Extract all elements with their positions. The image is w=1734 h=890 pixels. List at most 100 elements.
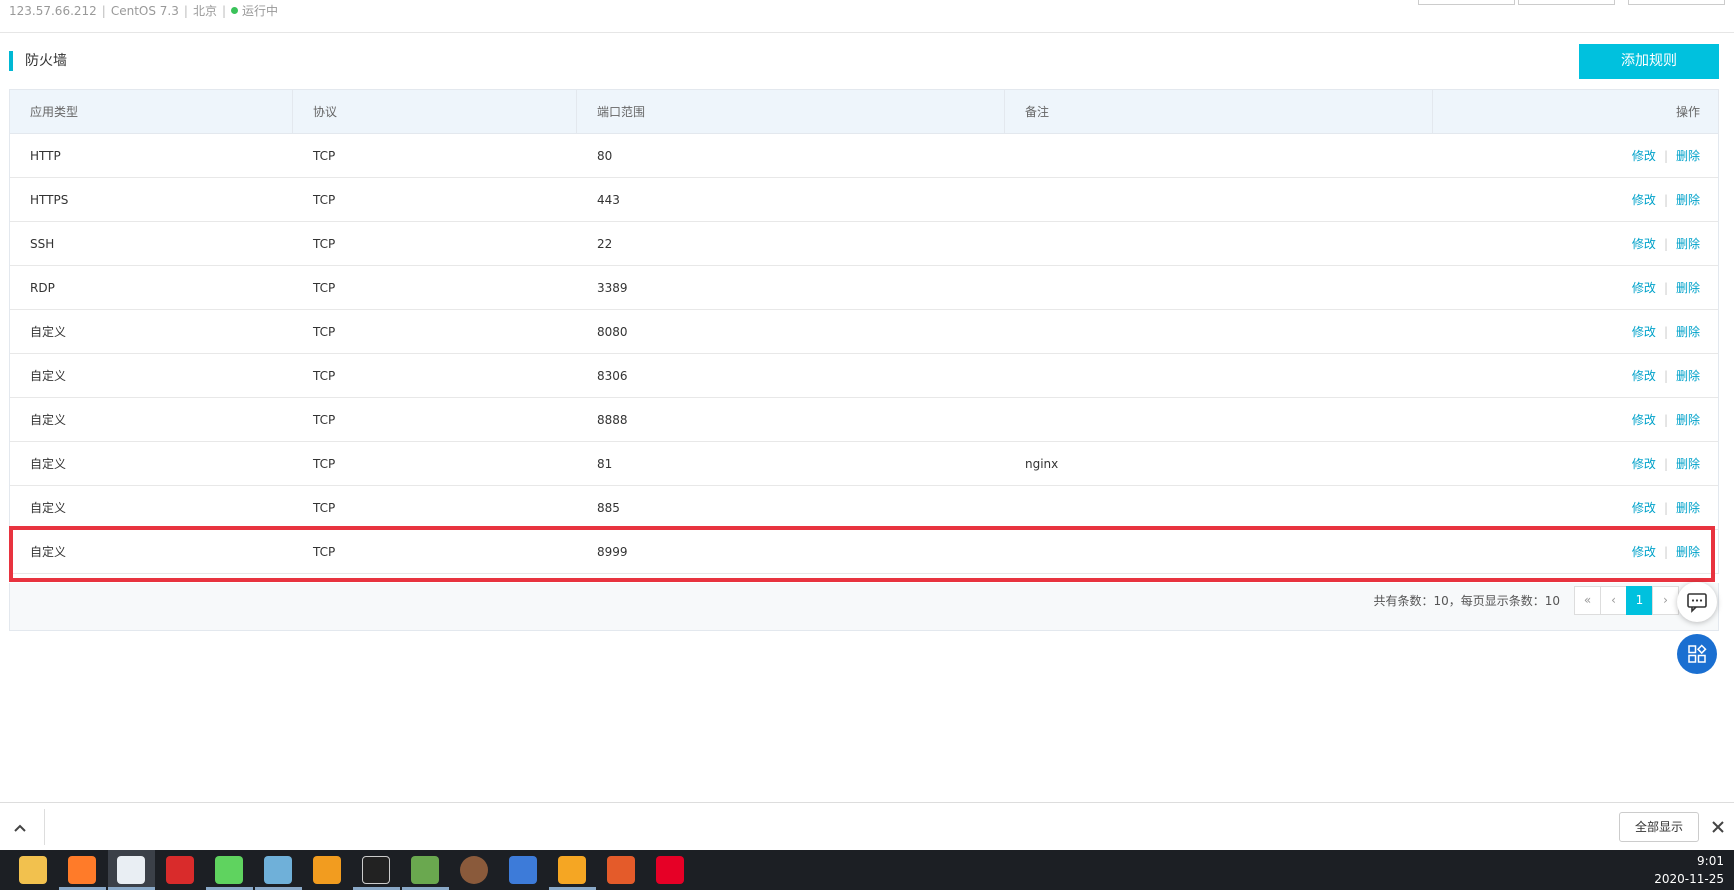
table-row: SSH TCP 22 修改 | 删除	[10, 222, 1718, 266]
action-separator: |	[1663, 149, 1668, 163]
chat-icon	[1687, 593, 1707, 613]
show-all-button[interactable]: 全部显示	[1619, 812, 1699, 842]
table-row: 自定义 TCP 8306 修改 | 删除	[10, 354, 1718, 398]
money-app-icon[interactable]	[411, 856, 439, 884]
delete-link[interactable]: 删除	[1676, 413, 1700, 427]
file-explorer-icon[interactable]	[19, 856, 47, 884]
delete-link[interactable]: 删除	[1676, 149, 1700, 163]
cell-actions: 修改 | 删除	[1433, 222, 1720, 265]
highlight-box	[9, 526, 1715, 582]
apps-float-button[interactable]	[1677, 634, 1717, 674]
server-os: CentOS 7.3	[110, 4, 179, 18]
download-bar: 全部显示	[0, 802, 1734, 850]
taskbar: 9:01 2020-11-25	[0, 850, 1734, 890]
delete-link[interactable]: 删除	[1676, 369, 1700, 383]
close-icon[interactable]	[1706, 815, 1730, 839]
table-row: 自定义 TCP 8080 修改 | 删除	[10, 310, 1718, 354]
virtualbox-icon[interactable]	[558, 856, 586, 884]
chevron-up-icon[interactable]	[8, 816, 32, 840]
firefox-icon[interactable]	[68, 856, 96, 884]
youdao-icon[interactable]	[166, 856, 194, 884]
cell-port: 885	[597, 501, 620, 515]
snail-app-icon[interactable]	[607, 856, 635, 884]
cell-actions: 修改 | 删除	[1433, 134, 1720, 177]
delete-link[interactable]: 删除	[1676, 237, 1700, 251]
top-action-button-3[interactable]	[1628, 0, 1725, 5]
table-header: 应用类型 协议 端口范围 备注 操作	[10, 90, 1718, 134]
chat-float-button[interactable]	[1677, 582, 1717, 622]
prev-page-button[interactable]: ‹	[1600, 586, 1627, 615]
edit-link[interactable]: 修改	[1632, 501, 1656, 515]
server-info: 123.57.66.212 | CentOS 7.3 | 北京 | 运行中	[9, 4, 279, 18]
wechat-icon[interactable]	[215, 856, 243, 884]
cell-protocol: TCP	[313, 281, 336, 295]
cell-app-type: RDP	[30, 281, 55, 295]
download-bar-divider	[44, 809, 45, 845]
avatar-app-icon[interactable]	[460, 856, 488, 884]
apps-grid-icon	[1688, 644, 1707, 663]
cell-actions: 修改 | 删除	[1433, 398, 1720, 441]
cell-note	[1005, 134, 1433, 177]
top-action-button-1[interactable]	[1418, 0, 1515, 5]
cell-port: 3389	[597, 281, 628, 295]
edit-link[interactable]: 修改	[1632, 149, 1656, 163]
edit-link[interactable]: 修改	[1632, 369, 1656, 383]
cell-port: 8306	[597, 369, 628, 383]
cell-app-type: 自定义	[30, 413, 67, 427]
page-1-button[interactable]: 1	[1626, 586, 1653, 615]
cell-app-type: HTTP	[30, 149, 61, 163]
taskbar-clock[interactable]: 9:01 2020-11-25	[1654, 852, 1724, 888]
action-separator: |	[1663, 457, 1668, 471]
top-action-button-2[interactable]	[1518, 0, 1615, 5]
action-separator: |	[1663, 281, 1668, 295]
server-info-bar: 123.57.66.212 | CentOS 7.3 | 北京 | 运行中	[0, 0, 1734, 33]
cell-app-type: HTTPS	[30, 193, 69, 207]
chrome-icon[interactable]	[117, 856, 145, 884]
first-page-button[interactable]: «	[1574, 586, 1601, 615]
edit-link[interactable]: 修改	[1632, 325, 1656, 339]
netease-music-icon[interactable]	[656, 856, 684, 884]
cell-app-type: 自定义	[30, 369, 67, 383]
delete-link[interactable]: 删除	[1676, 281, 1700, 295]
notepad-icon[interactable]	[264, 856, 292, 884]
app-icon[interactable]	[313, 856, 341, 884]
edit-link[interactable]: 修改	[1632, 237, 1656, 251]
cell-app-type: SSH	[30, 237, 55, 251]
cell-protocol: TCP	[313, 413, 336, 427]
cell-actions: 修改 | 删除	[1433, 354, 1720, 397]
table-row: 自定义 TCP 885 修改 | 删除	[10, 486, 1718, 530]
table-row: 自定义 TCP 81 nginx 修改 | 删除	[10, 442, 1718, 486]
cell-protocol: TCP	[313, 501, 336, 515]
terminal-icon[interactable]	[362, 856, 390, 884]
cell-actions: 修改 | 删除	[1433, 442, 1720, 485]
cell-app-type: 自定义	[30, 457, 67, 471]
cell-protocol: TCP	[313, 193, 336, 207]
edit-link[interactable]: 修改	[1632, 281, 1656, 295]
firewall-table: 应用类型 协议 端口范围 备注 操作 HTTP TCP 80 修改 | 删除 HTTPS TC…	[9, 89, 1719, 574]
header-app-type: 应用类型	[10, 90, 293, 133]
add-rule-button[interactable]: 添加规则	[1579, 44, 1719, 79]
table-row: HTTP TCP 80 修改 | 删除	[10, 134, 1718, 178]
next-page-button[interactable]: ›	[1652, 586, 1679, 615]
edit-link[interactable]: 修改	[1632, 413, 1656, 427]
edit-link[interactable]: 修改	[1632, 457, 1656, 471]
cell-note	[1005, 486, 1433, 529]
clock-date: 2020-11-25	[1654, 872, 1724, 886]
status-dot-icon	[231, 7, 238, 14]
cell-port: 22	[597, 237, 613, 251]
cell-actions: 修改 | 删除	[1433, 310, 1720, 353]
delete-link[interactable]: 删除	[1676, 457, 1700, 471]
calculator-icon[interactable]	[509, 856, 537, 884]
action-separator: |	[1663, 237, 1668, 251]
clock-time: 9:01	[1697, 854, 1724, 868]
delete-link[interactable]: 删除	[1676, 325, 1700, 339]
cell-port: 80	[597, 149, 613, 163]
edit-link[interactable]: 修改	[1632, 193, 1656, 207]
cell-protocol: TCP	[313, 369, 336, 383]
server-status: 运行中	[242, 4, 279, 18]
delete-link[interactable]: 删除	[1676, 193, 1700, 207]
section-title: 防火墙	[9, 51, 67, 71]
delete-link[interactable]: 删除	[1676, 501, 1700, 515]
action-separator: |	[1663, 325, 1668, 339]
cell-actions: 修改 | 删除	[1433, 178, 1720, 221]
